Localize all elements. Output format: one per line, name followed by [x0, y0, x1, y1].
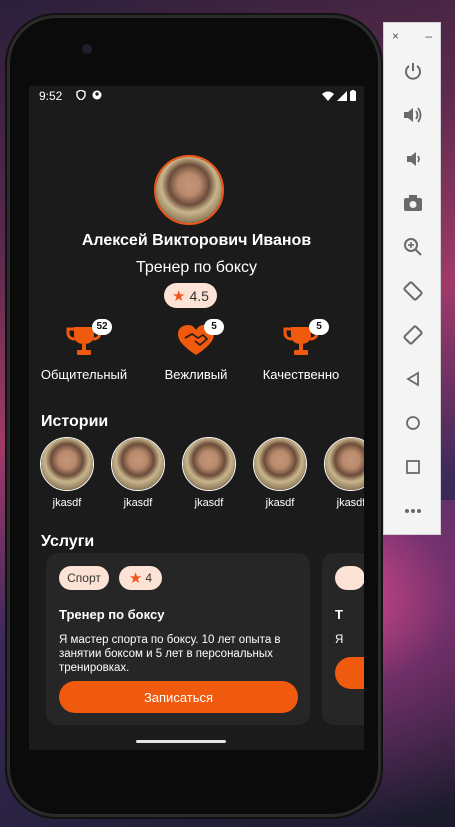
signal-icon: [337, 90, 347, 101]
volume-down-icon[interactable]: [384, 137, 442, 181]
service-description: Я: [335, 634, 344, 646]
badge-label: Качественно: [262, 367, 340, 382]
shield-icon: [76, 90, 86, 100]
badge-polite[interactable]: 5 Вежливый: [146, 319, 246, 382]
service-card[interactable]: Спорт ★ 4 Тренер по боксу Я мастер спорт…: [46, 553, 310, 725]
phone-frame: 9:52 Алексей Викторович Иванов Тренер по…: [10, 18, 378, 814]
battery-icon: [350, 90, 356, 101]
badge-label: Общительный: [40, 367, 128, 382]
story-item[interactable]: jkasdf: [252, 437, 308, 509]
story-name: jkasdf: [123, 497, 153, 509]
category-tag: [335, 566, 364, 590]
rating-value: 4.5: [189, 287, 209, 304]
story-avatar: [253, 437, 307, 491]
back-icon[interactable]: [384, 357, 442, 401]
volume-up-icon[interactable]: [384, 93, 442, 137]
story-item[interactable]: jkasdf: [110, 437, 166, 509]
story-item[interactable]: jkasdf: [181, 437, 237, 509]
stories-title: Истории: [41, 413, 109, 430]
rotate-left-icon[interactable]: [384, 269, 442, 313]
category-tag: Спорт: [59, 566, 109, 590]
service-title: Тренер по боксу: [59, 607, 165, 622]
camera-icon[interactable]: [384, 181, 442, 225]
front-camera: [82, 44, 92, 54]
profile-name: Алексей Викторович Иванов: [81, 232, 312, 249]
badge-count: 5: [204, 319, 224, 335]
story-name: jkasdf: [265, 497, 295, 509]
story-item[interactable]: jkasdf: [323, 437, 364, 509]
minimize-icon[interactable]: –: [425, 29, 432, 43]
profile-role: Тренер по боксу: [136, 259, 257, 276]
status-time: 9:52: [39, 89, 63, 103]
story-item[interactable]: jkasdf: [39, 437, 95, 509]
phone-screen: 9:52 Алексей Викторович Иванов Тренер по…: [29, 86, 364, 750]
book-button[interactable]: [335, 657, 364, 689]
wifi-icon: [322, 91, 334, 101]
badge-quality[interactable]: 5 Качественно: [251, 319, 351, 382]
badge-sociable[interactable]: 52 Общительный: [34, 319, 134, 382]
badge-count: 5: [309, 319, 329, 335]
status-bar: 9:52: [29, 86, 364, 106]
service-rating-value: 4: [145, 571, 153, 585]
overview-icon[interactable]: [384, 445, 442, 489]
zoom-icon[interactable]: [384, 225, 442, 269]
power-icon[interactable]: [384, 49, 442, 93]
app-notification-icon: [92, 90, 102, 100]
rating-badge: ★ 4.5: [164, 283, 217, 308]
story-avatar: [182, 437, 236, 491]
story-name: jkasdf: [194, 497, 224, 509]
service-description: Я мастер спорта по боксу. 10 лет опыта в…: [59, 634, 281, 674]
profile-avatar[interactable]: [154, 155, 224, 225]
home-icon[interactable]: [384, 401, 442, 445]
avatar-photo: [156, 157, 222, 223]
service-card[interactable]: Т Я: [322, 553, 364, 725]
profile-page: Алексей Викторович Иванов Тренер по бокс…: [29, 123, 364, 750]
badge-count: 52: [92, 319, 112, 335]
stories-list: jkasdf jkasdf jkasdf jkasdf jkasdf: [39, 437, 364, 509]
services-list: Спорт ★ 4 Тренер по боксу Я мастер спорт…: [46, 553, 364, 725]
story-avatar: [40, 437, 94, 491]
story-avatar: [111, 437, 165, 491]
close-icon[interactable]: ×: [392, 29, 399, 43]
star-icon: ★: [172, 287, 186, 305]
service-title: Т: [335, 607, 343, 622]
more-icon[interactable]: [384, 489, 442, 533]
badge-label: Вежливый: [164, 367, 228, 382]
service-rating: ★ 4: [119, 566, 162, 590]
rotate-right-icon[interactable]: [384, 313, 442, 357]
story-name: jkasdf: [52, 497, 82, 509]
gesture-bar[interactable]: [136, 740, 226, 743]
services-title: Услуги: [41, 533, 95, 550]
story-avatar: [324, 437, 364, 491]
emulator-controls: × –: [383, 22, 441, 535]
book-button[interactable]: Записаться: [59, 681, 298, 713]
star-icon: ★: [128, 570, 143, 587]
story-name: jkasdf: [336, 497, 364, 509]
